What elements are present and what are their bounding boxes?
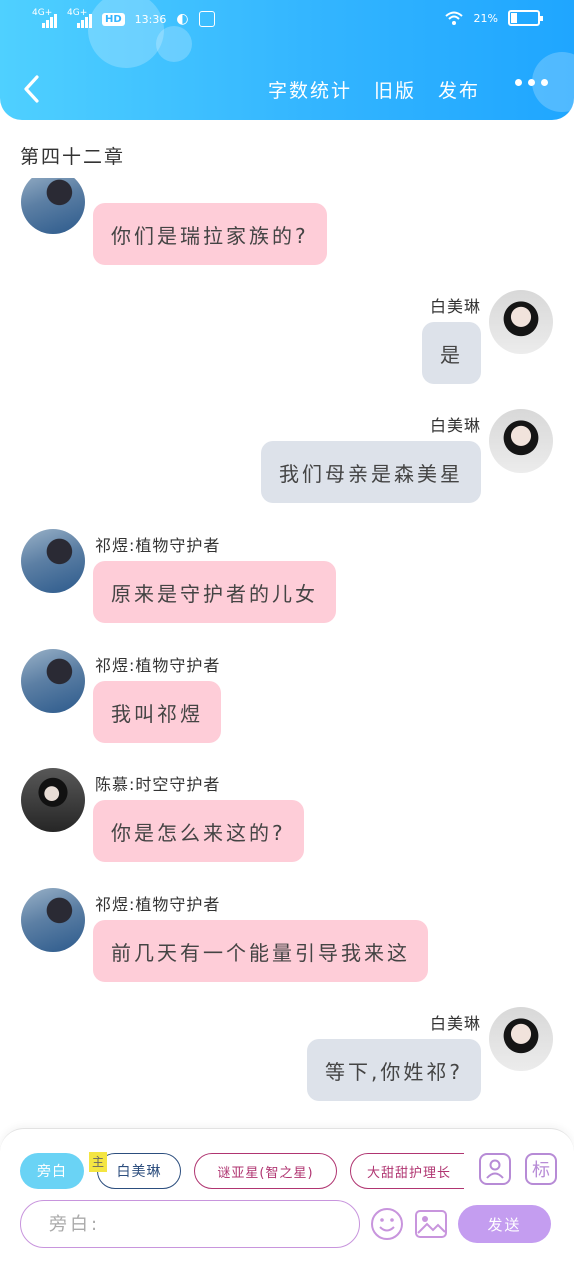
message-bubble[interactable]: 等下,你姓祁?: [307, 1039, 481, 1101]
wifi-icon: [444, 11, 463, 25]
old-version-button[interactable]: 旧版: [374, 76, 416, 103]
battery-icon: [508, 10, 543, 26]
narration-chip[interactable]: 旁白: [20, 1153, 84, 1189]
role-chip[interactable]: 谜亚星(智之星): [194, 1153, 337, 1189]
avatar[interactable]: [21, 888, 85, 952]
cell-signal-icon: 4G+: [32, 8, 57, 28]
avatar[interactable]: [489, 290, 553, 354]
battery-percent: 21%: [473, 11, 498, 25]
avatar[interactable]: [489, 1007, 553, 1071]
word-count-button[interactable]: 字数统计: [268, 76, 352, 103]
image-icon[interactable]: [414, 1207, 448, 1241]
mark-button[interactable]: 标: [525, 1153, 557, 1185]
more-options-icon[interactable]: [515, 79, 548, 86]
message-bubble[interactable]: 我叫祁煜: [93, 681, 221, 743]
message-input[interactable]: [21, 1201, 359, 1247]
cell-signal-icon: 4G+: [67, 8, 92, 28]
back-arrow-icon[interactable]: [20, 74, 44, 104]
main-role-tag: 主: [89, 1152, 107, 1172]
role-selector: 旁白 白美琳 谜亚星(智之星) 大甜甜护理长: [20, 1153, 464, 1189]
avatar[interactable]: [21, 178, 85, 234]
message-bubble[interactable]: 你们是瑞拉家族的?: [93, 203, 327, 265]
chapter-title: 第四十二章: [20, 146, 126, 168]
avatar[interactable]: [21, 768, 85, 832]
weibo-icon: ◐: [176, 11, 189, 27]
person-card-icon[interactable]: [479, 1153, 511, 1185]
message-bubble[interactable]: 我们母亲是森美星: [261, 441, 481, 503]
sender-name: 白美琳: [429, 297, 481, 316]
top-header: 4G+ 4G+ HD 13:36 ◐ 21% 字数统计 旧版 发布: [0, 0, 574, 120]
avatar[interactable]: [21, 649, 85, 713]
signal-label: 4G+: [32, 8, 53, 18]
send-button[interactable]: 发送: [458, 1205, 551, 1243]
sender-name: 白美琳: [429, 1014, 481, 1033]
publish-button[interactable]: 发布: [438, 76, 480, 103]
message-input-wrapper: [20, 1200, 360, 1248]
sender-name: 祁煜:植物守护者: [95, 895, 221, 914]
sender-name: 白美琳: [429, 416, 481, 435]
status-bar: 4G+ 4G+ HD 13:36 ◐ 21%: [0, 0, 574, 44]
sender-name: 祁煜:植物守护者: [95, 536, 221, 555]
alipay-icon: [198, 11, 215, 27]
message-bubble[interactable]: 前几天有一个能量引导我来这: [93, 920, 428, 982]
message-bubble[interactable]: 原来是守护者的儿女: [93, 561, 336, 623]
avatar[interactable]: [21, 529, 85, 593]
role-chip[interactable]: 白美琳: [97, 1153, 181, 1189]
message-bubble[interactable]: 是: [422, 322, 481, 384]
sender-name: 陈慕:时空守护者: [95, 775, 221, 794]
nav-bar: 字数统计 旧版 发布: [0, 64, 574, 114]
clock: 13:36: [134, 12, 167, 26]
role-chip[interactable]: 大甜甜护理长: [350, 1153, 464, 1189]
smiley-icon[interactable]: [370, 1207, 404, 1241]
message-bubble[interactable]: 你是怎么来这的?: [93, 800, 304, 862]
avatar[interactable]: [489, 409, 553, 473]
sender-name: 祁煜:植物守护者: [95, 656, 221, 675]
chat-area[interactable]: 你们是瑞拉家族的? 白美琳 是 白美琳 我们母亲是森美星 祁煜:植物守护者 原来…: [0, 178, 574, 1128]
signal-label: 4G+: [67, 8, 88, 18]
hd-badge: HD: [102, 12, 125, 26]
